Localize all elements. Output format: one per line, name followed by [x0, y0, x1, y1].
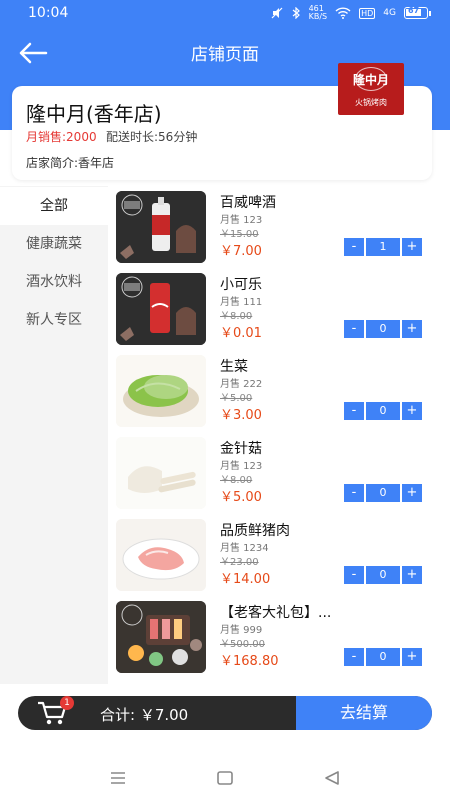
list-item[interactable]: 百威啤酒 月售 123 ￥15.00 ￥7.00 - 1 +	[108, 186, 450, 268]
home-nav-button[interactable]	[213, 768, 237, 788]
logo-text: 隆中月	[352, 73, 389, 87]
back-nav-button[interactable]	[320, 768, 344, 788]
quantity-value: 0	[366, 566, 400, 584]
product-monthly-sold: 月售 222	[220, 379, 263, 390]
menu-icon	[111, 772, 125, 784]
system-nav-bar	[0, 756, 450, 800]
list-item[interactable]: 【老客大礼包】... 月售 999 ￥500.00 ￥168.80 - 0 +	[108, 596, 450, 678]
store-name: 隆中月(香年店)	[26, 102, 162, 126]
cart-total: 合计: ￥7.00	[100, 706, 189, 724]
product-monthly-sold: 月售 1234	[220, 543, 269, 554]
cart-bar: 1 合计: ￥7.00 去结算	[18, 696, 432, 730]
status-time: 10:04	[28, 5, 69, 21]
decrease-button[interactable]: -	[344, 238, 364, 256]
product-list: 百威啤酒 月售 123 ￥15.00 ￥7.00 - 1 + 小可乐 月售 11…	[108, 186, 450, 684]
decrease-button[interactable]: -	[344, 402, 364, 420]
store-monthly-sales: 月销售:2000	[26, 130, 97, 144]
quantity-stepper: - 0 +	[344, 648, 422, 666]
page-title: 店铺页面	[191, 45, 259, 65]
increase-button[interactable]: +	[402, 648, 422, 666]
cart-count-badge: 1	[60, 696, 74, 710]
bluetooth-icon	[292, 7, 300, 19]
checkout-button[interactable]: 去结算	[296, 696, 432, 730]
enoki-image	[116, 437, 206, 509]
product-price: ￥168.80	[220, 654, 279, 669]
home-square-icon	[217, 771, 233, 785]
product-monthly-sold: 月售 123	[220, 461, 263, 472]
back-triangle-icon	[325, 771, 339, 785]
mute-icon	[271, 7, 283, 19]
pork-image	[116, 519, 206, 591]
increase-button[interactable]: +	[402, 402, 422, 420]
store-logo: 隆中月 火锅烤肉	[338, 63, 404, 115]
product-original-price: ￥23.00	[220, 557, 259, 568]
bbq-platter-image	[116, 601, 206, 673]
quantity-value: 1	[366, 238, 400, 256]
product-price: ￥14.00	[220, 572, 271, 587]
sidebar-item-vegetables[interactable]: 健康蔬菜	[0, 225, 108, 263]
list-item[interactable]: 生菜 月售 222 ￥5.00 ￥3.00 - 0 +	[108, 350, 450, 432]
wifi-icon	[335, 7, 351, 19]
beer-image	[116, 191, 206, 263]
net-speed: 461 KB/S	[308, 4, 328, 21]
list-item[interactable]: 小可乐 月售 111 ￥8.00 ￥0.01 - 0 +	[108, 268, 450, 350]
product-name: 小可乐	[220, 277, 262, 293]
logo-subtext: 火锅烤肉	[355, 98, 387, 107]
product-original-price: ￥8.00	[220, 475, 253, 486]
status-icons: 461 KB/S HD 4G 67	[271, 4, 431, 21]
product-monthly-sold: 月售 111	[220, 297, 263, 308]
sidebar-item-drinks[interactable]: 酒水饮料	[0, 263, 108, 301]
sidebar-item-all[interactable]: 全部	[0, 187, 108, 225]
hd-badge: HD	[359, 7, 376, 19]
quantity-stepper: - 0 +	[344, 484, 422, 502]
product-price: ￥0.01	[220, 326, 262, 341]
signal-label: 4G	[383, 8, 396, 18]
menu-nav-button[interactable]	[106, 768, 130, 788]
quantity-stepper: - 0 +	[344, 320, 422, 338]
store-intro: 店家简介:香年店	[26, 156, 115, 170]
increase-button[interactable]: +	[402, 238, 422, 256]
product-original-price: ￥500.00	[220, 639, 265, 650]
product-original-price: ￥8.00	[220, 311, 253, 322]
product-name: 金针菇	[220, 441, 262, 457]
cart-summary[interactable]: 1 合计: ￥7.00	[18, 696, 296, 730]
lettuce-image	[116, 355, 206, 427]
list-item[interactable]: 金针菇 月售 123 ￥8.00 ￥5.00 - 0 +	[108, 432, 450, 514]
decrease-button[interactable]: -	[344, 648, 364, 666]
quantity-value: 0	[366, 320, 400, 338]
quantity-value: 0	[366, 402, 400, 420]
product-monthly-sold: 月售 999	[220, 625, 263, 636]
decrease-button[interactable]: -	[344, 484, 364, 502]
product-price: ￥5.00	[220, 490, 262, 505]
quantity-value: 0	[366, 648, 400, 666]
quantity-stepper: - 0 +	[344, 566, 422, 584]
product-name: 生菜	[220, 359, 248, 375]
product-original-price: ￥15.00	[220, 229, 259, 240]
product-name: 百威啤酒	[220, 195, 276, 211]
decrease-button[interactable]: -	[344, 566, 364, 584]
product-monthly-sold: 月售 123	[220, 215, 263, 226]
product-original-price: ￥5.00	[220, 393, 253, 404]
increase-button[interactable]: +	[402, 566, 422, 584]
cola-image	[116, 273, 206, 345]
sidebar-item-newcomer[interactable]: 新人专区	[0, 301, 108, 339]
increase-button[interactable]: +	[402, 320, 422, 338]
quantity-value: 0	[366, 484, 400, 502]
list-item[interactable]: 品质鲜猪肉 月售 1234 ￥23.00 ￥14.00 - 0 +	[108, 514, 450, 596]
category-sidebar: 全部 健康蔬菜 酒水饮料 新人专区	[0, 186, 108, 684]
battery-icon: 67	[404, 6, 431, 19]
store-delivery-time: 配送时长:56分钟	[106, 130, 198, 144]
product-price: ￥3.00	[220, 408, 262, 423]
decrease-button[interactable]: -	[344, 320, 364, 338]
status-bar: 10:04 461 KB/S HD 4G 67	[0, 0, 450, 28]
quantity-stepper: - 1 +	[344, 238, 422, 256]
increase-button[interactable]: +	[402, 484, 422, 502]
product-name: 【老客大礼包】...	[220, 605, 332, 621]
product-price: ￥7.00	[220, 244, 262, 259]
quantity-stepper: - 0 +	[344, 402, 422, 420]
product-name: 品质鲜猪肉	[220, 523, 290, 539]
